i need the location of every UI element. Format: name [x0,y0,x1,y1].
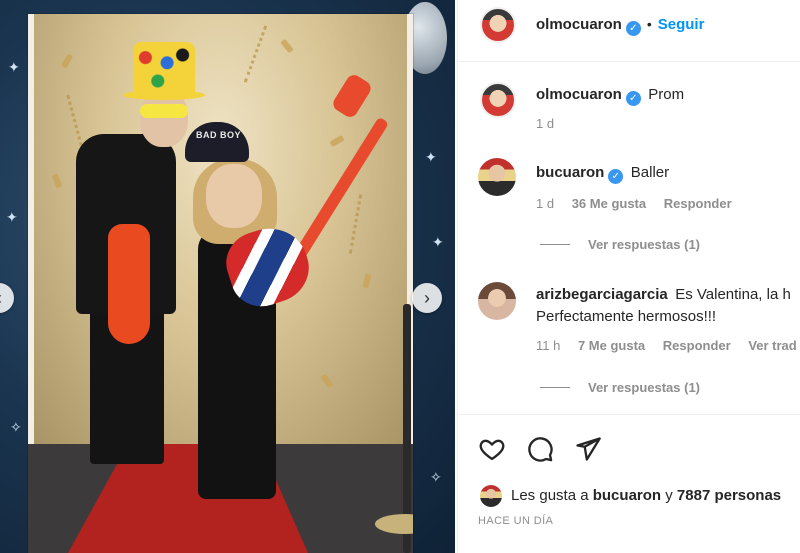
post-sidebar: olmocuaron ✓ • Seguir olmocuaron ✓ Prom 1 d … [457,0,800,553]
novelty-glasses [140,104,188,118]
avatar[interactable] [478,158,516,196]
likes-count[interactable]: 7887 personas [677,487,781,504]
avatar[interactable] [480,485,502,507]
post-header: olmocuaron ✓ • Seguir [458,0,800,62]
likes-prefix: Les gusta a [511,487,593,504]
view-replies-label: Ver respuestas (1) [588,380,701,395]
post-timestamp[interactable]: HACE UN DÍA [478,515,553,527]
username-link[interactable]: olmocuaron [536,16,622,33]
star-decoration: ✧ [10,419,22,435]
chevron-left-icon: ‹ [0,288,2,309]
comment-text: Es Valentina, la h [675,286,791,303]
likes-summary[interactable]: Les gusta a bucuaron y 7887 personas [511,487,781,504]
comment-row: arizbegarciagarcia Es Valentina, la h [536,286,791,304]
see-translation-button[interactable]: Ver trad [748,338,796,353]
avatar[interactable] [478,282,516,320]
comment-row: bucuaron ✓ Baller [536,164,669,184]
star-decoration: ✦ [432,234,444,250]
comment-meta: 1 d 36 Me gusta Responder [536,196,732,211]
replies-divider-line [540,244,570,246]
comment-icon[interactable] [526,435,554,463]
caption-time: 1 d [536,116,555,131]
header-user-row: olmocuaron ✓ • Seguir [536,16,704,36]
comment-username[interactable]: bucuaron [536,164,604,181]
likes-user-link[interactable]: bucuaron [593,487,661,504]
comment-time: 11 h [536,338,561,353]
inflatable-saxophone [108,224,150,344]
caption-username[interactable]: olmocuaron [536,86,622,103]
comment-time: 1 d [536,196,555,211]
carousel-next-button[interactable]: › [412,283,442,313]
likes-middle: y [661,487,677,504]
polka-dot-top-hat [133,42,195,94]
avatar[interactable] [480,82,516,118]
separator-dot: • [646,16,652,32]
reply-button[interactable]: Responder [663,338,731,353]
caption-text: Prom [648,86,685,103]
caption-row: olmocuaron ✓ Prom [536,86,684,106]
comment-username[interactable]: arizbegarciagarcia [536,286,668,303]
share-icon[interactable] [574,435,602,463]
comment-meta: 11 h 7 Me gusta Responder Ver trad [536,338,797,353]
verified-badge-icon: ✓ [625,21,641,36]
follow-button[interactable]: Seguir [658,16,705,33]
carousel-prev-button[interactable]: ‹ [0,283,14,313]
star-decoration: ✧ [430,469,442,485]
comment-text-line2: Perfectamente hermosos!!! [536,308,717,325]
photo-print: BAD BOY [28,14,413,553]
star-decoration: ✦ [8,59,20,75]
view-replies-toggle[interactable]: Ver respuestas (1) [540,236,700,254]
comment-likes-link[interactable]: 36 Me gusta [572,196,646,211]
woman-head [206,164,262,228]
chevron-right-icon: › [424,287,430,308]
reply-button[interactable]: Responder [664,196,732,211]
star-decoration: ✦ [6,209,18,225]
comment-likes-link[interactable]: 7 Me gusta [578,338,645,353]
verified-badge-icon: ✓ [608,169,624,184]
verified-badge-icon: ✓ [625,91,641,106]
heart-icon[interactable] [478,435,506,463]
post-photo-panel[interactable]: ✦ ✦ ✧ ✦ ✦ ✧ BAD BOY › [0,0,455,553]
star-decoration: ✦ [425,149,437,165]
view-replies-toggle[interactable]: Ver respuestas (1) [540,379,700,397]
replies-divider-line [540,387,570,389]
view-replies-label: Ver respuestas (1) [588,237,701,252]
hat-text: BAD BOY [196,130,242,140]
avatar[interactable] [480,7,516,43]
post-actions: Les gusta a bucuaron y 7887 personas HAC… [458,414,800,553]
comment-text: Baller [630,164,670,181]
